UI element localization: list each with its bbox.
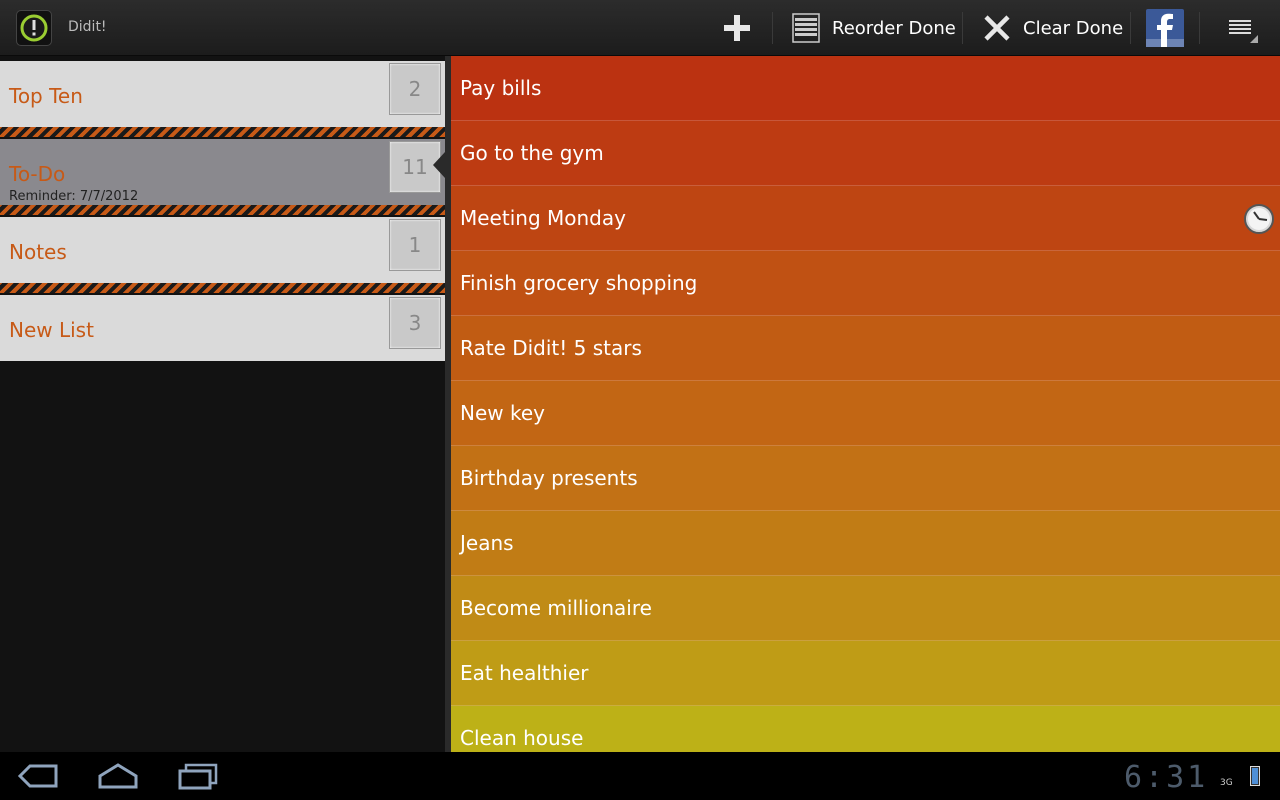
task-row[interactable]: Pay bills (451, 56, 1280, 121)
separator (772, 12, 773, 44)
separator (1199, 12, 1200, 44)
task-text: Pay bills (460, 76, 542, 100)
facebook-icon (1146, 9, 1184, 47)
list-name: New List (9, 318, 94, 342)
list-item-to-do[interactable]: To-Do Reminder: 7/7/2012 11 (0, 139, 445, 205)
list-divider (0, 283, 445, 293)
reorder-done-button[interactable]: Reorder Done (792, 0, 956, 56)
task-row[interactable]: Jeans (451, 511, 1280, 576)
task-row[interactable]: New key (451, 381, 1280, 446)
battery-icon (1250, 766, 1260, 786)
back-icon[interactable] (16, 762, 60, 790)
reorder-done-label: Reorder Done (832, 17, 956, 39)
list-name: To-Do (9, 162, 66, 186)
clear-done-label: Clear Done (1023, 17, 1124, 39)
network-indicator: 3G (1220, 778, 1233, 788)
list-item-new-list[interactable]: New List 3 (0, 295, 445, 361)
add-list-button[interactable] (722, 0, 752, 56)
tasks-panel: Pay bills Go to the gym Meeting Monday F… (451, 56, 1280, 752)
overflow-menu-button[interactable] (1228, 0, 1258, 56)
list-name: Notes (9, 240, 67, 264)
task-text: Go to the gym (460, 141, 604, 165)
task-row[interactable]: Rate Didit! 5 stars (451, 316, 1280, 381)
task-text: Rate Didit! 5 stars (460, 336, 642, 360)
separator (962, 12, 963, 44)
facebook-button[interactable] (1146, 0, 1184, 56)
lists-panel: Top Ten 2 To-Do Reminder: 7/7/2012 11 No… (0, 56, 445, 752)
reorder-icon (792, 13, 820, 43)
action-bar: Didit! Reorder Done Clear Done (0, 0, 1280, 56)
task-row[interactable]: Finish grocery shopping (451, 251, 1280, 316)
list-count-badge: 2 (389, 63, 441, 115)
task-text: Become millionaire (460, 596, 652, 620)
clock-time: 6:31 (1124, 760, 1209, 795)
list-divider (0, 127, 445, 137)
list-count-badge: 3 (389, 297, 441, 349)
task-text: Birthday presents (460, 466, 638, 490)
recent-apps-icon[interactable] (176, 762, 220, 790)
list-name: Top Ten (9, 84, 83, 108)
task-text: Eat healthier (460, 661, 589, 685)
task-row[interactable]: Meeting Monday (451, 186, 1280, 251)
task-text: Jeans (460, 531, 514, 555)
task-row[interactable]: Birthday presents (451, 446, 1280, 511)
task-row[interactable]: Become millionaire (451, 576, 1280, 641)
app-logo-icon[interactable] (16, 10, 52, 46)
separator (1130, 12, 1131, 44)
list-item-notes[interactable]: Notes 1 (0, 217, 445, 283)
system-bar: 6:31 3G (0, 752, 1280, 800)
selected-list-pointer (433, 152, 445, 178)
menu-icon (1229, 20, 1258, 43)
clear-done-button[interactable]: Clear Done (983, 0, 1123, 56)
close-icon (984, 15, 1010, 41)
task-text: Clean house (460, 726, 584, 750)
app-title: Didit! (68, 19, 107, 35)
task-row[interactable]: Clean house (451, 706, 1280, 752)
task-text: New key (460, 401, 545, 425)
task-row[interactable]: Go to the gym (451, 121, 1280, 186)
task-row[interactable]: Eat healthier (451, 641, 1280, 706)
list-divider (0, 205, 445, 215)
task-text: Finish grocery shopping (460, 271, 698, 295)
reminder-clock-icon[interactable] (1243, 203, 1275, 235)
list-reminder: Reminder: 7/7/2012 (9, 189, 139, 204)
home-icon[interactable] (96, 762, 140, 790)
task-text: Meeting Monday (460, 206, 626, 230)
plus-icon (724, 15, 750, 41)
list-count-badge: 1 (389, 219, 441, 271)
list-item-top-ten[interactable]: Top Ten 2 (0, 61, 445, 127)
